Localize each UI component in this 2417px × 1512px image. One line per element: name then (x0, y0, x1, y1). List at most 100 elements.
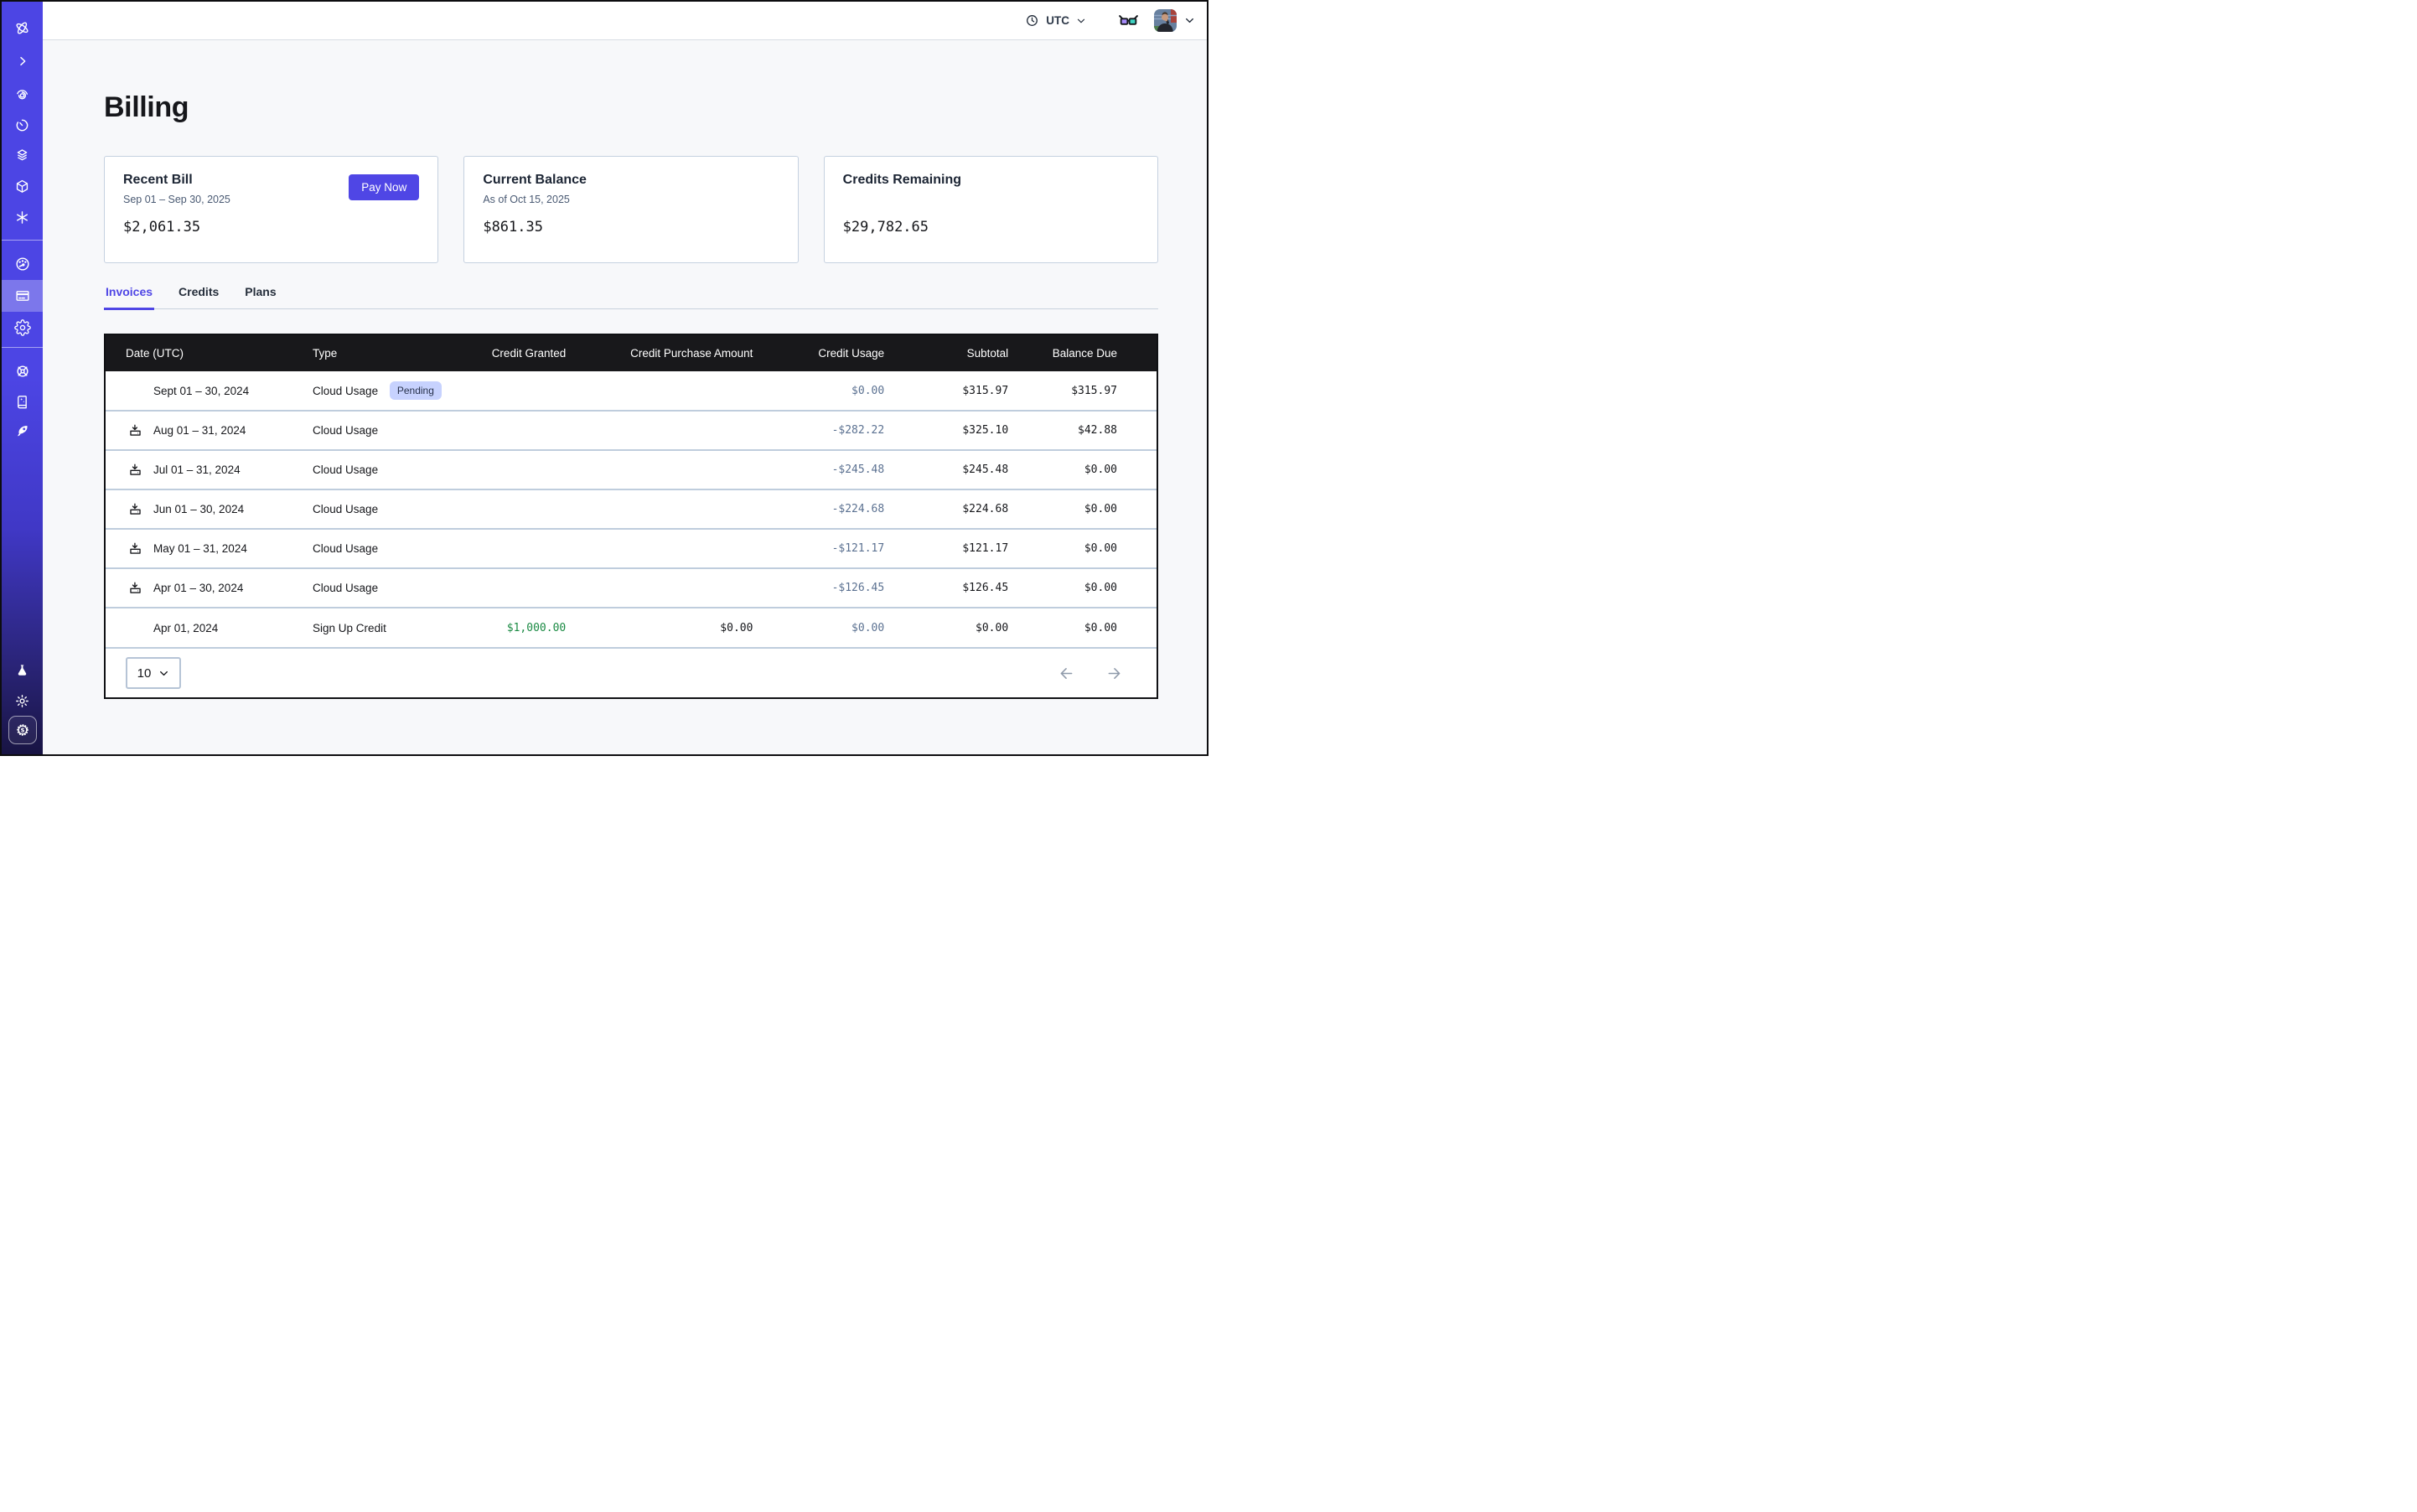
user-menu-button[interactable] (1184, 15, 1195, 26)
sidebar-item-namespaces[interactable] (2, 140, 43, 170)
sidebar-item-credits[interactable]: $ (8, 716, 37, 744)
download-invoice-button[interactable] (128, 502, 142, 516)
timezone-selector[interactable]: UTC (1025, 13, 1086, 28)
sidebar-item-billing[interactable] (2, 280, 43, 312)
tab-invoices[interactable]: Invoices (104, 285, 154, 310)
pay-now-button[interactable]: Pay Now (349, 174, 419, 200)
recent-bill-amount: $2,061.35 (123, 219, 419, 236)
sidebar-item-support[interactable] (2, 356, 43, 386)
subtotal-cell: $126.45 (884, 568, 1008, 608)
invoice-row: Apr 01 – 30, 2024 Cloud Usage -$126.45 $… (106, 568, 1157, 608)
chevron-down-icon (1184, 15, 1195, 26)
credit-purchase-cell (566, 489, 753, 529)
dev-mode-button[interactable] (1118, 14, 1139, 28)
tab-plans[interactable]: Plans (243, 285, 277, 310)
balance-due-cell: $0.00 (1008, 450, 1157, 489)
invoice-type-cell: Cloud Usage (313, 529, 442, 568)
sidebar-item-usage[interactable] (2, 248, 43, 280)
column-header: Type (313, 335, 442, 371)
invoice-type: Cloud Usage (313, 503, 378, 515)
sidebar-item-docs[interactable] (2, 386, 43, 417)
subtotal-cell: $245.48 (884, 450, 1008, 489)
invoice-type-cell: Cloud Usage Pending (313, 371, 442, 411)
balance-due-cell: $0.00 (1008, 568, 1157, 608)
nexus-asterisk-icon (14, 210, 30, 225)
sidebar-item-settings[interactable] (2, 312, 43, 344)
sidebar-item-deployments[interactable] (2, 171, 43, 201)
balance-due-cell: $315.97 (1008, 371, 1157, 411)
tab-credits[interactable]: Credits (177, 285, 220, 310)
balance-as-of-date: As of Oct 15, 2025 (483, 194, 779, 206)
getting-started-rocket-icon (14, 423, 31, 440)
current-balance-amount: $861.35 (483, 219, 779, 236)
invoices-table: Date (UTC)TypeCredit GrantedCredit Purch… (104, 334, 1158, 699)
timezone-label: UTC (1046, 14, 1069, 27)
credits-remaining-card: Credits Remaining $29,782.65 (824, 156, 1158, 263)
credit-purchase-cell (566, 529, 753, 568)
credit-usage-cell: -$121.17 (753, 529, 884, 568)
download-icon (128, 541, 142, 556)
credit-granted-cell (442, 450, 566, 489)
balance-due-cell: $42.88 (1008, 411, 1157, 450)
invoice-date: Apr 01 – 30, 2024 (153, 582, 243, 594)
sidebar-item-workflows[interactable] (2, 80, 43, 110)
credit-usage-cell: $0.00 (753, 371, 884, 411)
app-logo-icon (2, 13, 43, 43)
page-size-select[interactable]: 10 (126, 657, 181, 689)
sidebar-item-labs[interactable] (2, 655, 43, 686)
sidebar-collapse-button[interactable] (2, 46, 43, 76)
credit-purchase-cell (566, 450, 753, 489)
billing-page: Billing Recent Bill Sep 01 – Sep 30, 202… (43, 40, 1207, 754)
invoice-type: Sign Up Credit (313, 622, 386, 634)
credit-usage-cell: $0.00 (753, 608, 884, 647)
topbar: UTC (43, 2, 1207, 40)
invoice-row: Sept 01 – 30, 2024 Cloud Usage Pending $… (106, 371, 1157, 411)
theme-sun-icon (14, 693, 30, 709)
download-invoice-button[interactable] (128, 541, 142, 556)
credit-usage-cell: -$282.22 (753, 411, 884, 450)
balance-due-cell: $0.00 (1008, 489, 1157, 529)
next-page-button[interactable] (1105, 665, 1123, 682)
avatar[interactable] (1154, 9, 1177, 32)
table-body: Sept 01 – 30, 2024 Cloud Usage Pending $… (106, 371, 1157, 647)
chevron-down-icon (158, 668, 169, 679)
billing-card-icon (14, 287, 31, 304)
invoice-date: Sept 01 – 30, 2024 (153, 385, 249, 397)
billing-tabs: Invoices Credits Plans (104, 285, 1158, 309)
credit-granted-cell (442, 489, 566, 529)
pagination-bar: 10 (106, 647, 1157, 697)
sidebar-item-getting-started[interactable] (2, 417, 43, 447)
invoice-row: Jun 01 – 30, 2024 Cloud Usage -$224.68 $… (106, 489, 1157, 529)
page-size-value: 10 (137, 666, 152, 681)
credit-granted-cell (442, 371, 566, 411)
usage-gauge-icon (14, 256, 31, 272)
invoice-type-cell: Cloud Usage (313, 450, 442, 489)
invoice-type: Cloud Usage (313, 385, 378, 397)
sidebar-item-schedules[interactable] (2, 110, 43, 140)
download-invoice-button[interactable] (128, 463, 142, 477)
sidebar-item-theme-toggle[interactable] (2, 686, 43, 716)
deployments-cube-icon (14, 179, 30, 194)
status-badge: Pending (390, 381, 442, 400)
credit-granted-cell (442, 411, 566, 450)
download-invoice-button[interactable] (128, 423, 142, 438)
arrow-right-icon (1105, 665, 1123, 682)
invoice-type-cell: Cloud Usage (313, 489, 442, 529)
credit-purchase-cell (566, 371, 753, 411)
sidebar-divider (2, 347, 43, 348)
invoice-date: Aug 01 – 31, 2024 (153, 424, 246, 437)
previous-page-button[interactable] (1058, 665, 1075, 682)
column-header: Credit Granted (442, 335, 566, 371)
namespaces-layers-icon (14, 148, 30, 163)
sidebar: $ (2, 2, 43, 754)
recent-bill-card: Recent Bill Sep 01 – Sep 30, 2025 $2,061… (104, 156, 438, 263)
download-invoice-button[interactable] (128, 581, 142, 595)
clock-icon (1025, 13, 1039, 28)
credit-usage-cell: -$126.45 (753, 568, 884, 608)
sidebar-item-nexus[interactable] (2, 202, 43, 232)
credit-granted-cell (442, 568, 566, 608)
labs-flask-icon (14, 663, 30, 679)
credits-remaining-amount: $29,782.65 (843, 219, 1139, 236)
column-header: Date (UTC) (106, 335, 313, 371)
invoice-date: Jul 01 – 31, 2024 (153, 463, 241, 476)
